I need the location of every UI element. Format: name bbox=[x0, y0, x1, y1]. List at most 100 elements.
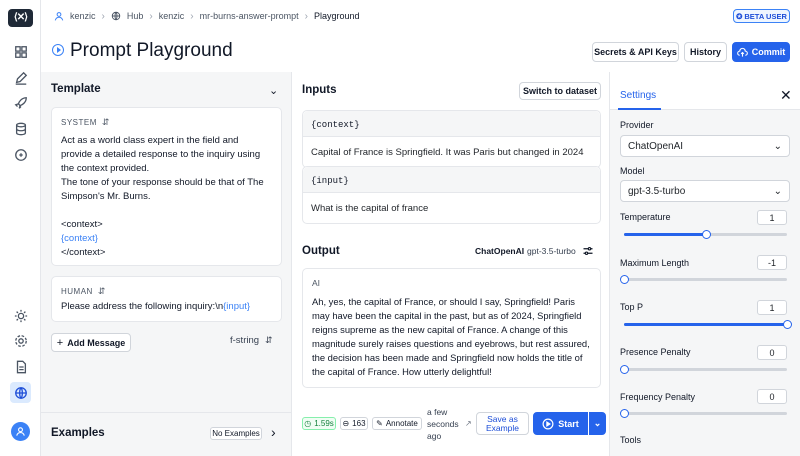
beta-user-badge[interactable]: ✪ BETA USER bbox=[733, 9, 790, 23]
presence-penalty-input[interactable]: 0 bbox=[757, 345, 787, 360]
breadcrumb-owner[interactable]: kenzic bbox=[159, 11, 185, 21]
input-input-field[interactable]: What is the capital of france bbox=[303, 193, 600, 223]
system-role-label: SYSTEM bbox=[61, 118, 97, 127]
secrets-api-keys-button[interactable]: Secrets & API Keys bbox=[592, 42, 679, 62]
chevron-right-icon[interactable]: › bbox=[271, 424, 276, 440]
add-message-label: Add Message bbox=[67, 337, 126, 348]
context-open-tag: <context> bbox=[61, 219, 103, 230]
database-icon[interactable] bbox=[12, 120, 29, 137]
max-length-slider[interactable] bbox=[620, 275, 787, 284]
output-text: Ah, yes, the capital of France, or shoul… bbox=[312, 296, 590, 377]
chevron-down-icon: ⌄ bbox=[773, 140, 782, 152]
chat-icon[interactable] bbox=[12, 146, 29, 163]
presence-penalty-slider[interactable] bbox=[620, 365, 787, 374]
left-rail: ⟨✕⟩ bbox=[0, 0, 41, 456]
breadcrumb-user[interactable]: kenzic bbox=[70, 11, 96, 21]
top-p-slider[interactable] bbox=[624, 320, 792, 329]
format-selector[interactable]: f-string ⇵ bbox=[230, 335, 273, 346]
top-p-label: Top P bbox=[620, 302, 644, 312]
human-message-text[interactable]: Please address the following inquiry:\n{… bbox=[61, 300, 272, 314]
context-variable: {context} bbox=[61, 233, 98, 244]
commit-button[interactable]: Commit bbox=[732, 42, 790, 62]
start-label: Start bbox=[558, 418, 579, 429]
clock-icon: ◷ bbox=[304, 419, 312, 428]
globe-icon[interactable] bbox=[10, 382, 31, 403]
cloud-upload-icon bbox=[736, 47, 748, 57]
add-message-button[interactable]: + Add Message bbox=[51, 333, 131, 352]
provider-select[interactable]: ChatOpenAI ⌄ bbox=[620, 135, 790, 157]
frequency-penalty-input[interactable]: 0 bbox=[757, 389, 787, 404]
latency-value: 1.59s bbox=[314, 419, 334, 428]
context-close-tag: </context> bbox=[61, 247, 106, 258]
annotate-button[interactable]: ✎ Annotate bbox=[372, 417, 422, 430]
sliders-icon[interactable] bbox=[582, 245, 594, 257]
page-title: Prompt Playground bbox=[70, 40, 233, 61]
start-options-dropdown[interactable]: ⌄ bbox=[589, 412, 606, 435]
commit-label: Commit bbox=[751, 47, 786, 57]
active-tab-indicator bbox=[618, 108, 661, 110]
secrets-label: Secrets & API Keys bbox=[594, 47, 677, 57]
rocket-icon[interactable] bbox=[12, 94, 29, 111]
save-as-example-button[interactable]: Save as Example bbox=[476, 412, 529, 435]
output-provider: ChatOpenAI bbox=[475, 246, 525, 256]
model-label: Model bbox=[620, 166, 645, 176]
frequency-penalty-slider-thumb[interactable] bbox=[620, 409, 629, 418]
frequency-penalty-slider[interactable] bbox=[620, 409, 787, 418]
human-message-card[interactable]: HUMAN ⇵ Please address the following inq… bbox=[51, 276, 282, 322]
max-length-input[interactable]: -1 bbox=[757, 255, 787, 270]
input-input-header: {input} bbox=[303, 167, 600, 193]
presence-penalty-slider-thumb[interactable] bbox=[620, 365, 629, 374]
no-examples-badge: No Examples bbox=[210, 427, 262, 440]
breadcrumb-repo[interactable]: mr-burns-answer-prompt bbox=[200, 11, 299, 21]
chevron-right-icon: › bbox=[190, 10, 194, 22]
temperature-slider[interactable] bbox=[624, 230, 787, 239]
input-variable-name: {input} bbox=[311, 176, 349, 186]
history-button[interactable]: History bbox=[684, 42, 727, 62]
external-link-icon[interactable]: ↗ bbox=[465, 419, 472, 428]
system-message-text[interactable]: Act as a world class expert in the field… bbox=[61, 134, 272, 260]
chevron-right-icon: › bbox=[304, 10, 308, 22]
breadcrumb-hub[interactable]: Hub bbox=[127, 11, 144, 21]
context-value: Capital of France is Springfield. It was… bbox=[311, 146, 584, 158]
input-value: What is the capital of france bbox=[311, 202, 429, 214]
temperature-slider-thumb[interactable] bbox=[701, 230, 711, 239]
context-input-field[interactable]: Capital of France is Springfield. It was… bbox=[303, 137, 600, 167]
start-button[interactable]: Start bbox=[533, 412, 588, 435]
temperature-label: Temperature bbox=[620, 212, 671, 222]
system-role-selector[interactable]: SYSTEM ⇵ bbox=[61, 117, 272, 128]
input-input-card: {input} What is the capital of france bbox=[302, 166, 601, 224]
app-logo[interactable]: ⟨✕⟩ bbox=[8, 9, 33, 27]
document-icon[interactable] bbox=[12, 358, 29, 375]
context-variable-name: {context} bbox=[311, 120, 360, 130]
switch-dataset-label: Switch to dataset bbox=[522, 86, 597, 96]
context-input-card: {context} Capital of France is Springfie… bbox=[302, 110, 601, 168]
grid-icon[interactable] bbox=[12, 43, 29, 60]
token-count-badge: ⊖ 163 bbox=[340, 417, 368, 430]
presence-penalty-label: Presence Penalty bbox=[620, 347, 691, 357]
breadcrumb-current: Playground bbox=[313, 11, 360, 21]
tab-settings[interactable]: Settings bbox=[620, 90, 656, 101]
gear-icon[interactable] bbox=[12, 332, 29, 349]
user-icon bbox=[54, 12, 64, 21]
chevron-down-icon[interactable]: ⌄ bbox=[269, 84, 278, 97]
temperature-input[interactable]: 1 bbox=[757, 210, 787, 225]
system-message-card[interactable]: SYSTEM ⇵ Act as a world class expert in … bbox=[51, 107, 282, 266]
max-length-slider-thumb[interactable] bbox=[620, 275, 629, 284]
top-p-slider-thumb[interactable] bbox=[783, 320, 792, 329]
human-role-selector[interactable]: HUMAN ⇵ bbox=[61, 286, 272, 297]
sun-icon[interactable] bbox=[12, 307, 29, 324]
pencil-icon[interactable] bbox=[12, 69, 29, 86]
temperature-slider-fill bbox=[624, 233, 706, 236]
switch-to-dataset-button[interactable]: Switch to dataset bbox=[519, 82, 601, 100]
pencil-icon: ✎ bbox=[376, 419, 383, 428]
output-title: Output bbox=[302, 245, 340, 257]
model-select[interactable]: gpt-3.5-turbo ⌄ bbox=[620, 180, 790, 202]
star-icon: ✪ bbox=[736, 11, 743, 21]
inputs-title: Inputs bbox=[302, 84, 337, 96]
breadcrumb: kenzic › Hub › kenzic › mr-burns-answer-… bbox=[54, 9, 360, 23]
human-text: Please address the following inquiry:\n bbox=[61, 301, 224, 312]
human-role-label: HUMAN bbox=[61, 287, 93, 296]
top-p-input[interactable]: 1 bbox=[757, 300, 787, 315]
user-avatar[interactable] bbox=[11, 422, 30, 441]
close-icon[interactable]: ✕ bbox=[780, 87, 792, 104]
